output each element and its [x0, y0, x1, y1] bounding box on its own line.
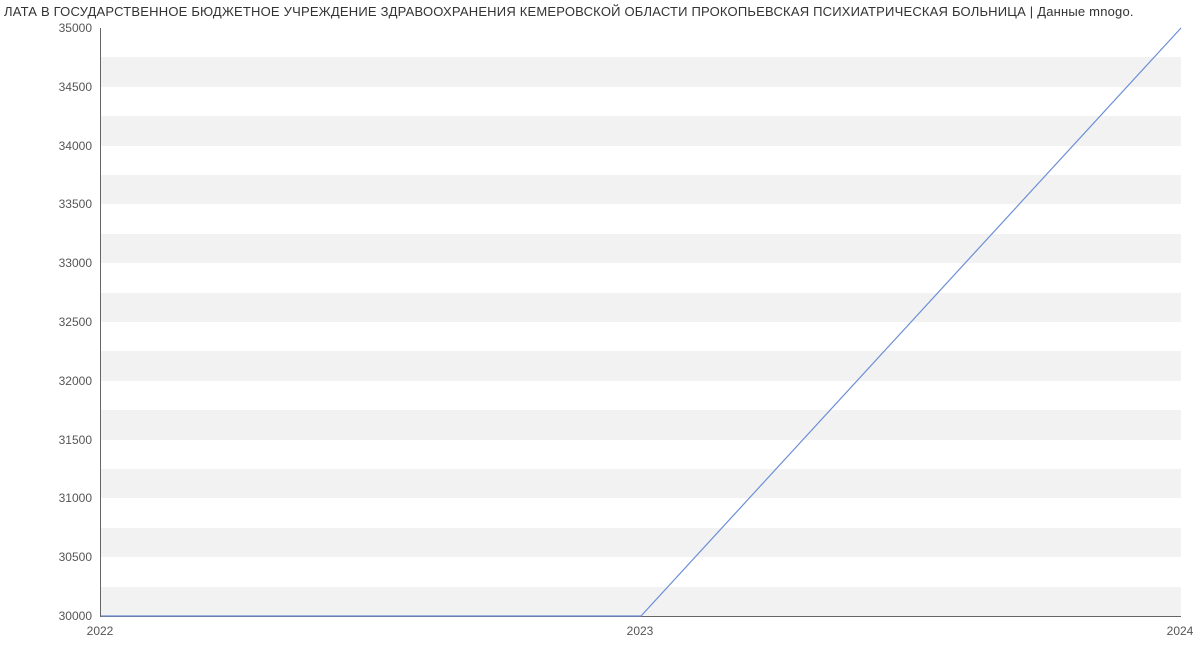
data-line — [101, 28, 1181, 616]
y-tick: 33000 — [0, 256, 92, 270]
x-tick: 2022 — [87, 624, 114, 638]
y-tick: 34000 — [0, 139, 92, 153]
y-tick: 32000 — [0, 374, 92, 388]
plot-area — [100, 28, 1181, 617]
y-tick: 33500 — [0, 197, 92, 211]
y-tick: 35000 — [0, 21, 92, 35]
chart-title: ЛАТА В ГОСУДАРСТВЕННОЕ БЮДЖЕТНОЕ УЧРЕЖДЕ… — [0, 4, 1200, 22]
x-tick: 2024 — [1167, 624, 1194, 638]
y-tick: 30000 — [0, 609, 92, 623]
y-tick: 31000 — [0, 491, 92, 505]
y-tick: 32500 — [0, 315, 92, 329]
x-tick: 2023 — [627, 624, 654, 638]
y-tick: 31500 — [0, 433, 92, 447]
y-tick: 34500 — [0, 80, 92, 94]
y-tick: 30500 — [0, 550, 92, 564]
